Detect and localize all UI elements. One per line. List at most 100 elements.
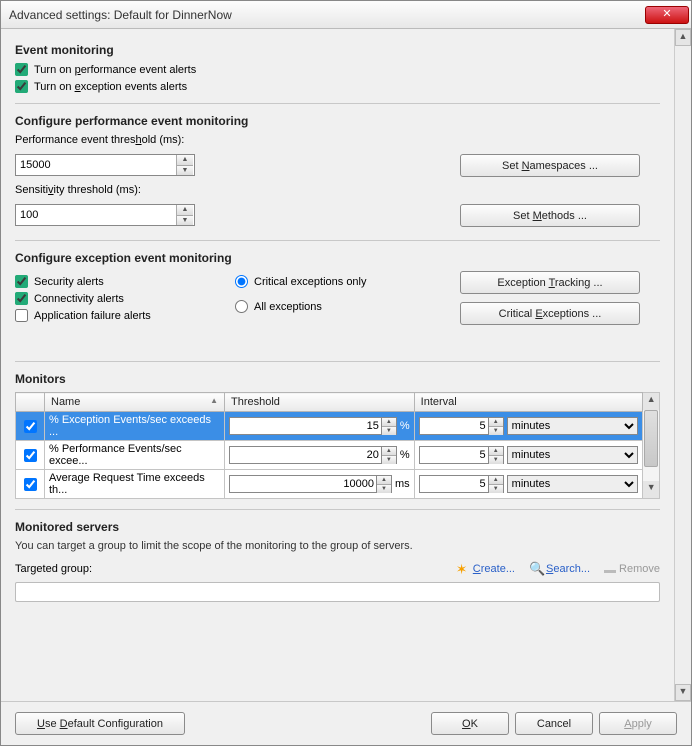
ok-button[interactable]: OK	[431, 712, 509, 735]
col-threshold[interactable]: Threshold	[225, 393, 415, 412]
interval-input[interactable]	[419, 446, 489, 464]
servers-note: You can target a group to limit the scop…	[15, 540, 660, 552]
security-alerts-checkbox[interactable]: Security alerts	[15, 275, 235, 288]
minus-icon	[604, 570, 616, 573]
sensitivity-input[interactable]	[16, 205, 176, 225]
divider	[15, 361, 660, 362]
targeted-group-field[interactable]	[15, 582, 660, 602]
interval-input[interactable]	[419, 475, 489, 493]
interval-cell[interactable]: ▲▼ minutes	[419, 417, 639, 435]
divider	[15, 509, 660, 510]
scroll-down-icon[interactable]: ▼	[643, 481, 659, 498]
exc-config-heading: Configure exception event monitoring	[15, 251, 660, 265]
interval-unit-select[interactable]: minutes	[507, 446, 639, 464]
sensitivity-spinbox[interactable]: ▲▼	[15, 204, 195, 226]
table-row[interactable]: % Performance Events/sec excee...▲▼%▲▼mi…	[16, 441, 643, 470]
cancel-button[interactable]: Cancel	[515, 712, 593, 735]
row-name: Average Request Time exceeds th...	[45, 470, 225, 499]
threshold-unit: %	[400, 449, 410, 461]
threshold-cell[interactable]: ▲▼ ms	[229, 475, 410, 493]
star-icon: ✶	[456, 562, 470, 576]
interval-unit-select[interactable]: minutes	[507, 417, 639, 435]
close-button[interactable]: ✕	[645, 6, 689, 24]
scroll-track[interactable]	[643, 410, 659, 481]
spin-up-icon[interactable]: ▲	[382, 418, 396, 427]
spin-down-icon[interactable]: ▼	[177, 216, 193, 226]
critical-exceptions-radio[interactable]: Critical exceptions only	[235, 275, 425, 288]
spin-down-icon[interactable]: ▼	[382, 456, 396, 464]
titlebar: Advanced settings: Default for DinnerNow…	[1, 1, 691, 29]
spin-down-icon[interactable]: ▼	[489, 456, 503, 464]
threshold-input[interactable]	[16, 155, 176, 175]
apply-button[interactable]: Apply	[599, 712, 677, 735]
exc-alerts-checkbox[interactable]: Turn on exception events alerts	[15, 80, 660, 93]
monitors-heading: Monitors	[15, 372, 660, 386]
sort-asc-icon: ▲	[210, 396, 218, 405]
appfail-alerts-checkbox[interactable]: Application failure alerts	[15, 309, 235, 322]
threshold-input[interactable]	[229, 475, 377, 493]
col-checkbox[interactable]	[16, 393, 45, 412]
spin-up-icon[interactable]: ▲	[382, 447, 396, 456]
create-link[interactable]: ✶Create...	[456, 562, 515, 576]
main-scrollbar[interactable]: ▲ ▼	[674, 29, 691, 701]
threshold-unit: ms	[395, 478, 410, 490]
security-alerts-input[interactable]	[15, 275, 28, 288]
col-interval[interactable]: Interval	[414, 393, 643, 412]
table-scrollbar[interactable]: ▲ ▼	[643, 392, 660, 499]
monitors-table: Name▲ Threshold Interval % Exception Eve…	[15, 392, 643, 499]
row-checkbox[interactable]	[24, 420, 37, 433]
row-checkbox[interactable]	[24, 478, 37, 491]
scroll-up-icon[interactable]: ▲	[643, 393, 659, 410]
spin-up-icon[interactable]: ▲	[489, 447, 503, 456]
threshold-unit: %	[400, 420, 410, 432]
spin-down-icon[interactable]: ▼	[382, 427, 396, 435]
interval-cell[interactable]: ▲▼ minutes	[419, 475, 639, 493]
spin-up-icon[interactable]: ▲	[377, 476, 391, 485]
critical-radio-input[interactable]	[235, 275, 248, 288]
spin-down-icon[interactable]: ▼	[177, 166, 193, 176]
spin-down-icon[interactable]: ▼	[377, 485, 391, 493]
table-row[interactable]: Average Request Time exceeds th...▲▼ms▲▼…	[16, 470, 643, 499]
scroll-up-icon[interactable]: ▲	[675, 29, 691, 46]
scroll-down-icon[interactable]: ▼	[675, 684, 691, 701]
all-exceptions-radio[interactable]: All exceptions	[235, 300, 425, 313]
threshold-cell[interactable]: ▲▼%	[229, 446, 410, 464]
set-methods-button[interactable]: Set Methods ...	[460, 204, 640, 227]
threshold-input[interactable]	[229, 446, 382, 464]
all-radio-input[interactable]	[235, 300, 248, 313]
servers-heading: Monitored servers	[15, 520, 660, 534]
use-default-button[interactable]: Use Default Configuration	[15, 712, 185, 735]
connectivity-alerts-checkbox[interactable]: Connectivity alerts	[15, 292, 235, 305]
scroll-thumb[interactable]	[644, 410, 658, 467]
threshold-input[interactable]	[229, 417, 382, 435]
dialog-window: Advanced settings: Default for DinnerNow…	[0, 0, 692, 746]
row-checkbox[interactable]	[24, 449, 37, 462]
spin-down-icon[interactable]: ▼	[489, 427, 503, 435]
interval-unit-select[interactable]: minutes	[507, 475, 639, 493]
table-row[interactable]: % Exception Events/sec exceeds ...▲▼%▲▼m…	[16, 412, 643, 441]
appfail-alerts-input[interactable]	[15, 309, 28, 322]
exception-tracking-button[interactable]: Exception Tracking ...	[460, 271, 640, 294]
set-namespaces-button[interactable]: Set Namespaces ...	[460, 154, 640, 177]
divider	[15, 103, 660, 104]
threshold-spinbox[interactable]: ▲▼	[15, 154, 195, 176]
perf-config-heading: Configure performance event monitoring	[15, 114, 660, 128]
perf-alerts-checkbox[interactable]: Turn on performance event alerts	[15, 63, 660, 76]
connectivity-alerts-input[interactable]	[15, 292, 28, 305]
critical-exceptions-button[interactable]: Critical Exceptions ...	[460, 302, 640, 325]
row-name: % Performance Events/sec excee...	[45, 441, 225, 470]
exc-alerts-input[interactable]	[15, 80, 28, 93]
spin-up-icon[interactable]: ▲	[177, 205, 193, 216]
interval-cell[interactable]: ▲▼ minutes	[419, 446, 639, 464]
table-header-row: Name▲ Threshold Interval	[16, 393, 643, 412]
search-link[interactable]: 🔍Search...	[529, 562, 590, 576]
col-name[interactable]: Name▲	[45, 393, 225, 412]
row-name: % Exception Events/sec exceeds ...	[45, 412, 225, 441]
spin-up-icon[interactable]: ▲	[489, 476, 503, 485]
perf-alerts-input[interactable]	[15, 63, 28, 76]
interval-input[interactable]	[419, 417, 489, 435]
threshold-cell[interactable]: ▲▼%	[229, 417, 410, 435]
spin-up-icon[interactable]: ▲	[177, 155, 193, 166]
spin-up-icon[interactable]: ▲	[489, 418, 503, 427]
spin-down-icon[interactable]: ▼	[489, 485, 503, 493]
